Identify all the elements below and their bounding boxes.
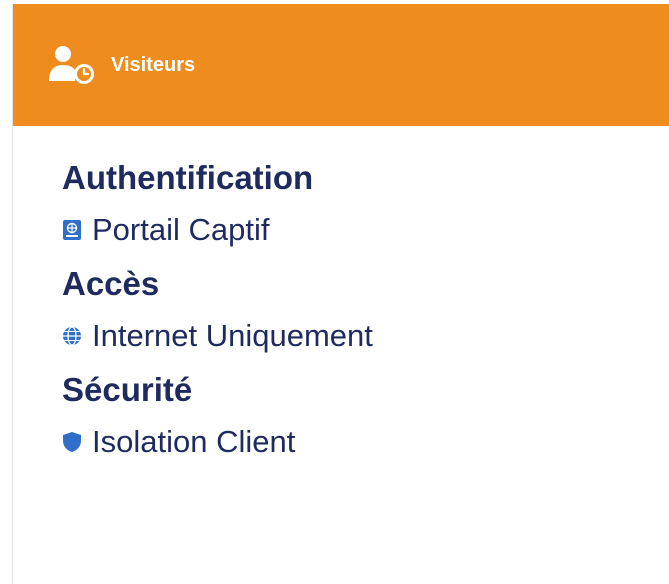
section-heading-access: Accès [62,265,160,302]
globe-icon [63,326,81,346]
captive-portal-icon [63,220,81,240]
section-heading-security: Sécurité [62,371,193,408]
item-label: Portail Captif [92,212,270,247]
card-header: Visiteurs [13,4,669,126]
visitors-card: Visiteurs Authentification Portail Capti… [12,4,669,584]
item-label: Internet Uniquement [92,318,373,353]
item-captive-portal: Portail Captif [62,202,669,258]
card-body: Authentification Portail Captif Accès In… [13,126,669,470]
card-title: Visiteurs [111,53,196,76]
item-client-isolation: Isolation Client [62,414,669,470]
section-heading-authentication: Authentification [62,159,314,196]
item-internet-only: Internet Uniquement [62,308,669,364]
item-label: Isolation Client [92,424,296,459]
shield-icon [63,432,81,452]
visitor-clock-icon [49,46,94,84]
